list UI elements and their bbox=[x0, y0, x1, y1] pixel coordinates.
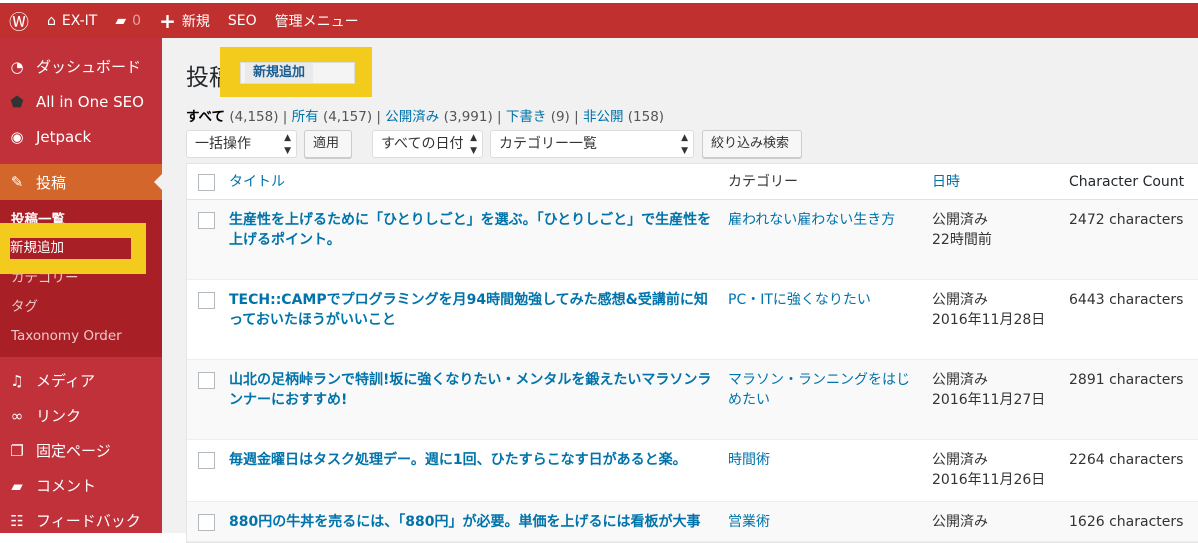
comments-link[interactable]: ▰ 0 bbox=[106, 3, 150, 38]
highlight-box: 新規追加 bbox=[0, 223, 146, 274]
sidebar-item-media[interactable]: ♫ メディア bbox=[0, 363, 162, 398]
post-character-count: 2472 characters bbox=[1069, 212, 1184, 228]
sidebar-item-jetpack[interactable]: ◉ Jetpack bbox=[0, 119, 162, 154]
post-title-link[interactable]: 毎週金曜日はタスク処理デー。週に1回、ひたすらこなす日があると楽。 bbox=[229, 440, 728, 501]
column-date[interactable]: 日時 bbox=[932, 164, 1069, 199]
post-date-cell: 公開済み 2016年11月26日 bbox=[932, 440, 1069, 501]
post-category-link[interactable]: マラソン・ランニングをはじめたい bbox=[728, 360, 932, 439]
filter-button[interactable]: 絞り込み検索 bbox=[702, 130, 802, 158]
table-row: 880円の牛丼を売るには、「880円」が必要。単価を上げるには看板が大事 営業術… bbox=[187, 502, 1198, 542]
filter-private[interactable]: 非公開 bbox=[583, 109, 624, 125]
posts-table: タイトル カテゴリー 日時 Character Count 生産性を上げるために… bbox=[186, 163, 1198, 543]
post-character-count: 2264 characters bbox=[1069, 452, 1184, 468]
jetpack-icon: ◉ bbox=[10, 127, 24, 146]
admin-bar: Ⓦ ⌂ EX-IT ▰ 0 + 新規 SEO 管理メニュー bbox=[0, 3, 1198, 38]
filter-all[interactable]: すべて bbox=[186, 109, 225, 125]
post-title-link[interactable]: 880円の牛丼を売るには、「880円」が必要。単価を上げるには看板が大事 bbox=[229, 502, 728, 541]
post-date-cell: 公開済み 22時間前 bbox=[932, 200, 1069, 279]
sidebar-item-dashboard[interactable]: ◔ ダッシュボード bbox=[0, 49, 162, 84]
submenu-tags[interactable]: タグ bbox=[0, 293, 162, 322]
sidebar-item-feedback[interactable]: ☷ フィードバック bbox=[0, 503, 162, 538]
select-all-checkbox[interactable] bbox=[198, 174, 215, 191]
column-category: カテゴリー bbox=[728, 174, 798, 190]
post-date: 2016年11月28日 bbox=[932, 312, 1046, 328]
table-row: 生産性を上げるために「ひとりしごと」を選ぶ。「ひとりしごと」で生産性を上げるポイ… bbox=[187, 200, 1198, 280]
select-arrows-icon: ▲ ▼ bbox=[470, 133, 477, 156]
post-category-link[interactable]: PC・ITに強くなりたい bbox=[728, 280, 932, 359]
post-date: 2016年11月26日 bbox=[932, 472, 1046, 488]
shield-icon: ⬟ bbox=[10, 92, 24, 111]
row-checkbox[interactable] bbox=[198, 292, 215, 309]
post-title-link[interactable]: TECH::CAMPでプログラミングを月94時間勉強してみた感想&受講前に知って… bbox=[229, 280, 728, 359]
row-checkbox[interactable] bbox=[198, 212, 215, 229]
post-category-link[interactable]: 営業術 bbox=[728, 502, 932, 541]
add-new-button[interactable]: 新規追加 bbox=[240, 62, 355, 84]
admin-menu-link[interactable]: 管理メニュー bbox=[266, 3, 368, 38]
new-content-link[interactable]: + 新規 bbox=[150, 3, 219, 38]
media-icon: ♫ bbox=[10, 371, 24, 390]
sidebar: ◔ ダッシュボード ⬟ All in One SEO ◉ Jetpack ✎ 投稿 投稿… bbox=[0, 38, 162, 533]
link-icon: ∞ bbox=[10, 406, 24, 425]
table-row: 山北の足柄峠ランで特訓!坂に強くなりたい・メンタルを鍛えたいマラソンランナーにお… bbox=[187, 360, 1198, 440]
post-title-link[interactable]: 山北の足柄峠ランで特訓!坂に強くなりたい・メンタルを鍛えたいマラソンランナーにお… bbox=[229, 360, 728, 439]
post-status: 公開済み bbox=[932, 452, 988, 468]
row-checkbox[interactable] bbox=[198, 452, 215, 469]
sidebar-item-links[interactable]: ∞ リンク bbox=[0, 398, 162, 433]
sidebar-item-comments[interactable]: ▰ コメント bbox=[0, 468, 162, 503]
wp-logo-button[interactable]: Ⓦ bbox=[0, 3, 38, 38]
filter-draft[interactable]: 下書き bbox=[506, 109, 547, 125]
date-filter-select[interactable]: すべての日付 ▲ ▼ bbox=[372, 130, 483, 158]
select-arrows-icon: ▲ ▼ bbox=[284, 133, 291, 156]
category-filter-select[interactable]: カテゴリー一覧 ▲ ▼ bbox=[490, 130, 694, 158]
post-date: 2016年11月27日 bbox=[932, 392, 1046, 408]
dashboard-icon: ◔ bbox=[10, 57, 24, 76]
highlighted-add-new[interactable]: 新規追加 bbox=[10, 238, 131, 259]
table-row: TECH::CAMPでプログラミングを月94時間勉強してみた感想&受講前に知って… bbox=[187, 280, 1198, 360]
post-category-link[interactable]: 雇われない雇わない生き方 bbox=[728, 200, 932, 279]
post-date: 22時間前 bbox=[932, 232, 992, 248]
row-checkbox[interactable] bbox=[198, 372, 215, 389]
post-status: 公開済み bbox=[932, 292, 988, 308]
post-status: 公開済み bbox=[932, 372, 988, 388]
submenu-taxonomy-order[interactable]: Taxonomy Order bbox=[0, 322, 162, 351]
post-status: 公開済み bbox=[932, 514, 988, 530]
apply-button[interactable]: 適用 bbox=[304, 130, 352, 158]
post-date-cell: 公開済み bbox=[932, 502, 1069, 541]
filter-mine[interactable]: 所有 bbox=[292, 109, 319, 125]
status-filter-links: すべて (4,158) | 所有 (4,157) | 公開済み (3,991) … bbox=[186, 109, 665, 125]
post-date-cell: 公開済み 2016年11月28日 bbox=[932, 280, 1069, 359]
home-icon: ⌂ bbox=[47, 12, 56, 29]
sidebar-item-pages[interactable]: ❐ 固定ページ bbox=[0, 433, 162, 468]
filter-published[interactable]: 公開済み bbox=[385, 109, 439, 125]
post-character-count: 1626 characters bbox=[1069, 514, 1184, 530]
pin-icon: ✎ bbox=[10, 173, 24, 191]
pages-icon: ❐ bbox=[10, 441, 24, 460]
bulk-action-select[interactable]: 一括操作 ▲ ▼ bbox=[186, 130, 297, 158]
plus-icon: + bbox=[159, 8, 176, 33]
column-title[interactable]: タイトル bbox=[229, 164, 728, 199]
sidebar-item-posts[interactable]: ✎ 投稿 bbox=[0, 164, 162, 200]
seo-link[interactable]: SEO bbox=[219, 3, 266, 38]
column-character-count: Character Count bbox=[1069, 174, 1185, 190]
wordpress-icon: Ⓦ bbox=[9, 10, 29, 34]
feedback-icon: ☷ bbox=[10, 511, 24, 530]
post-character-count: 6443 characters bbox=[1069, 292, 1184, 308]
table-header: タイトル カテゴリー 日時 Character Count bbox=[187, 164, 1198, 200]
post-status: 公開済み bbox=[932, 212, 988, 228]
comment-icon: ▰ bbox=[11, 476, 23, 495]
post-date-cell: 公開済み 2016年11月27日 bbox=[932, 360, 1069, 439]
select-arrows-icon: ▲ ▼ bbox=[681, 133, 688, 156]
table-row: 毎週金曜日はタスク処理デー。週に1回、ひたすらこなす日があると楽。 時間術 公開… bbox=[187, 440, 1198, 502]
post-character-count: 2891 characters bbox=[1069, 372, 1184, 388]
site-name-link[interactable]: ⌂ EX-IT bbox=[38, 3, 106, 38]
main-content: 投稿 新規追加 すべて (4,158) | 所有 (4,157) | 公開済み … bbox=[162, 38, 1198, 543]
post-title-link[interactable]: 生産性を上げるために「ひとりしごと」を選ぶ。「ひとりしごと」で生産性を上げるポイ… bbox=[229, 200, 728, 279]
sidebar-item-aioseo[interactable]: ⬟ All in One SEO bbox=[0, 84, 162, 119]
comment-icon: ▰ bbox=[115, 12, 127, 29]
row-checkbox[interactable] bbox=[198, 514, 215, 531]
post-category-link[interactable]: 時間術 bbox=[728, 440, 932, 501]
